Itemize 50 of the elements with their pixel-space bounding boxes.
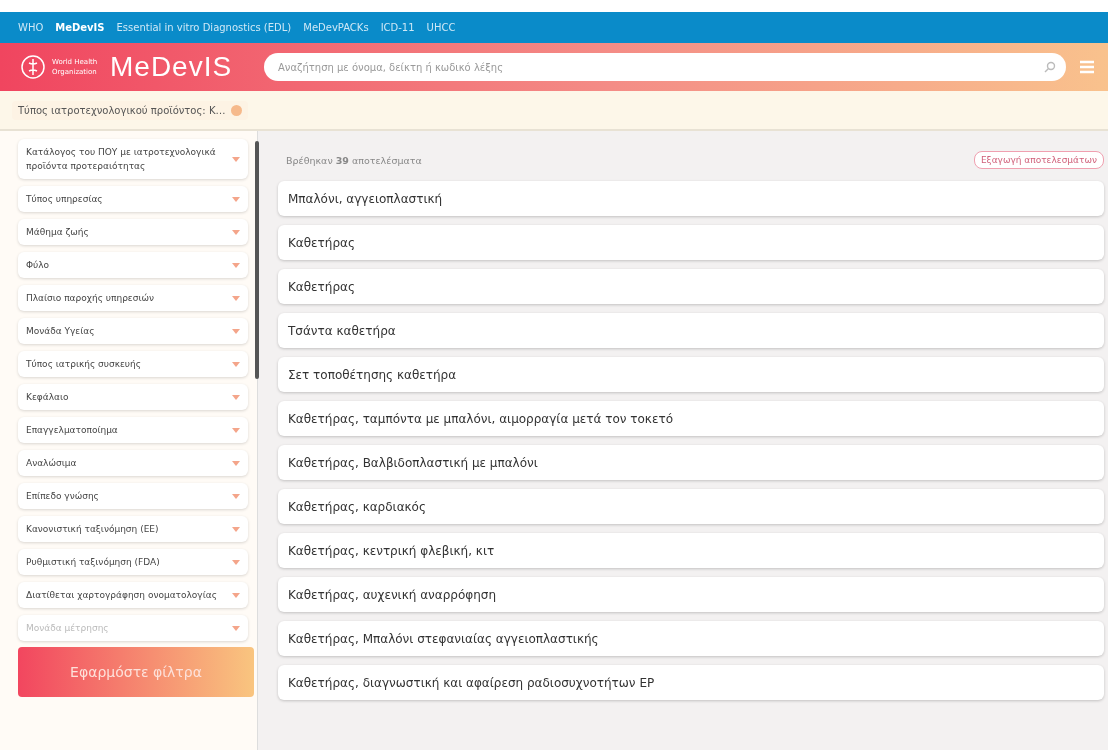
caret-icon — [232, 625, 240, 631]
site-title: MeDevIS — [110, 51, 233, 83]
filter-dropdown[interactable]: Επίπεδο γνώσης — [18, 483, 248, 509]
caret-icon — [232, 328, 240, 334]
nav-link[interactable]: MeDevIS — [55, 22, 105, 33]
result-item[interactable]: Καθετήρας, Μπαλόνι στεφανιαίας αγγειοπλαστικής — [278, 621, 1104, 656]
caret-icon — [232, 156, 240, 162]
filter-dropdown[interactable]: Πλαίσιο παροχής υπηρεσιών — [18, 285, 248, 311]
filter-dropdown[interactable]: Φύλο — [18, 252, 248, 278]
filter-dropdown[interactable]: Κανονιστική ταξινόμηση (ΕΕ) — [18, 516, 248, 542]
result-item[interactable]: Καθετήρας — [278, 269, 1104, 304]
caret-icon — [232, 361, 240, 367]
caret-icon — [232, 196, 240, 202]
filter-dropdown[interactable]: Επαγγελματοποίημα — [18, 417, 248, 443]
filter-dropdown[interactable]: Κεφάλαιο — [18, 384, 248, 410]
filter-dropdown[interactable]: Τύπος υπηρεσίας — [18, 186, 248, 212]
filter-dropdown[interactable]: Μονάδα Υγείας — [18, 318, 248, 344]
result-item[interactable]: Καθετήρας — [278, 225, 1104, 260]
search-icon[interactable] — [1044, 61, 1056, 73]
result-item[interactable]: Καθετήρας, Βαλβιδοπλαστική με μπαλόνι — [278, 445, 1104, 480]
filter-dropdown[interactable]: Μάθημα ζωής — [18, 219, 248, 245]
caret-icon — [232, 592, 240, 598]
caret-icon — [232, 460, 240, 466]
caret-icon — [232, 229, 240, 235]
result-item[interactable]: Τσάντα καθετήρα — [278, 313, 1104, 348]
result-item[interactable]: Καθετήρας, διαγνωστική και αφαίρεση ραδιοσυχνοτήτων ΕΡ — [278, 665, 1104, 700]
caret-icon — [232, 493, 240, 499]
result-item[interactable]: Σετ τοποθέτησης καθετήρα — [278, 357, 1104, 392]
caret-icon — [232, 526, 240, 532]
result-item[interactable]: Καθετήρας, κεντρική φλεβική, κιτ — [278, 533, 1104, 568]
caret-icon — [232, 295, 240, 301]
caret-icon — [232, 394, 240, 400]
menu-icon[interactable] — [1080, 60, 1094, 74]
result-item[interactable]: Καθετήρας, ταμπόντα με μπαλόνι, αιμορραγία μετά τον τοκετό — [278, 401, 1104, 436]
filter-dropdown[interactable]: Αναλώσιμα — [18, 450, 248, 476]
result-item[interactable]: Καθετήρας, καρδιακός — [278, 489, 1104, 524]
caret-icon — [232, 559, 240, 565]
filter-dropdown[interactable]: Τύπος ιατρικής συσκευής — [18, 351, 248, 377]
result-item[interactable]: Μπαλόνι, αγγειοπλαστική — [278, 181, 1104, 216]
caret-icon — [232, 427, 240, 433]
result-item[interactable]: Καθετήρας, αυχενική αναρρόφηση — [278, 577, 1104, 612]
search-field[interactable]: Αναζήτηση με όνομα, δείκτη ή κωδικό λέξης — [264, 53, 1066, 81]
caret-icon — [232, 262, 240, 268]
results-count: Βρέθηκαν 39 αποτελέσματα — [286, 154, 422, 166]
export-button[interactable]: Εξαγωγή αποτελεσμάτων — [973, 151, 1104, 169]
scrollbar[interactable] — [255, 141, 259, 379]
filter-dropdown[interactable]: Κατάλογος του ΠΟΥ με ιατροτεχνολογικά προϊόντα προτεραιότητας — [18, 139, 248, 179]
filter-chip[interactable]: Τύπος ιατροτεχνολογικού προϊόντος: Κ… — [12, 100, 249, 120]
filter-dropdown[interactable]: Ρυθμιστική ταξινόμηση (FDA) — [18, 549, 248, 575]
filter-dropdown[interactable]: Διατίθεται χαρτογράφηση ονοματολογίας — [18, 582, 248, 608]
